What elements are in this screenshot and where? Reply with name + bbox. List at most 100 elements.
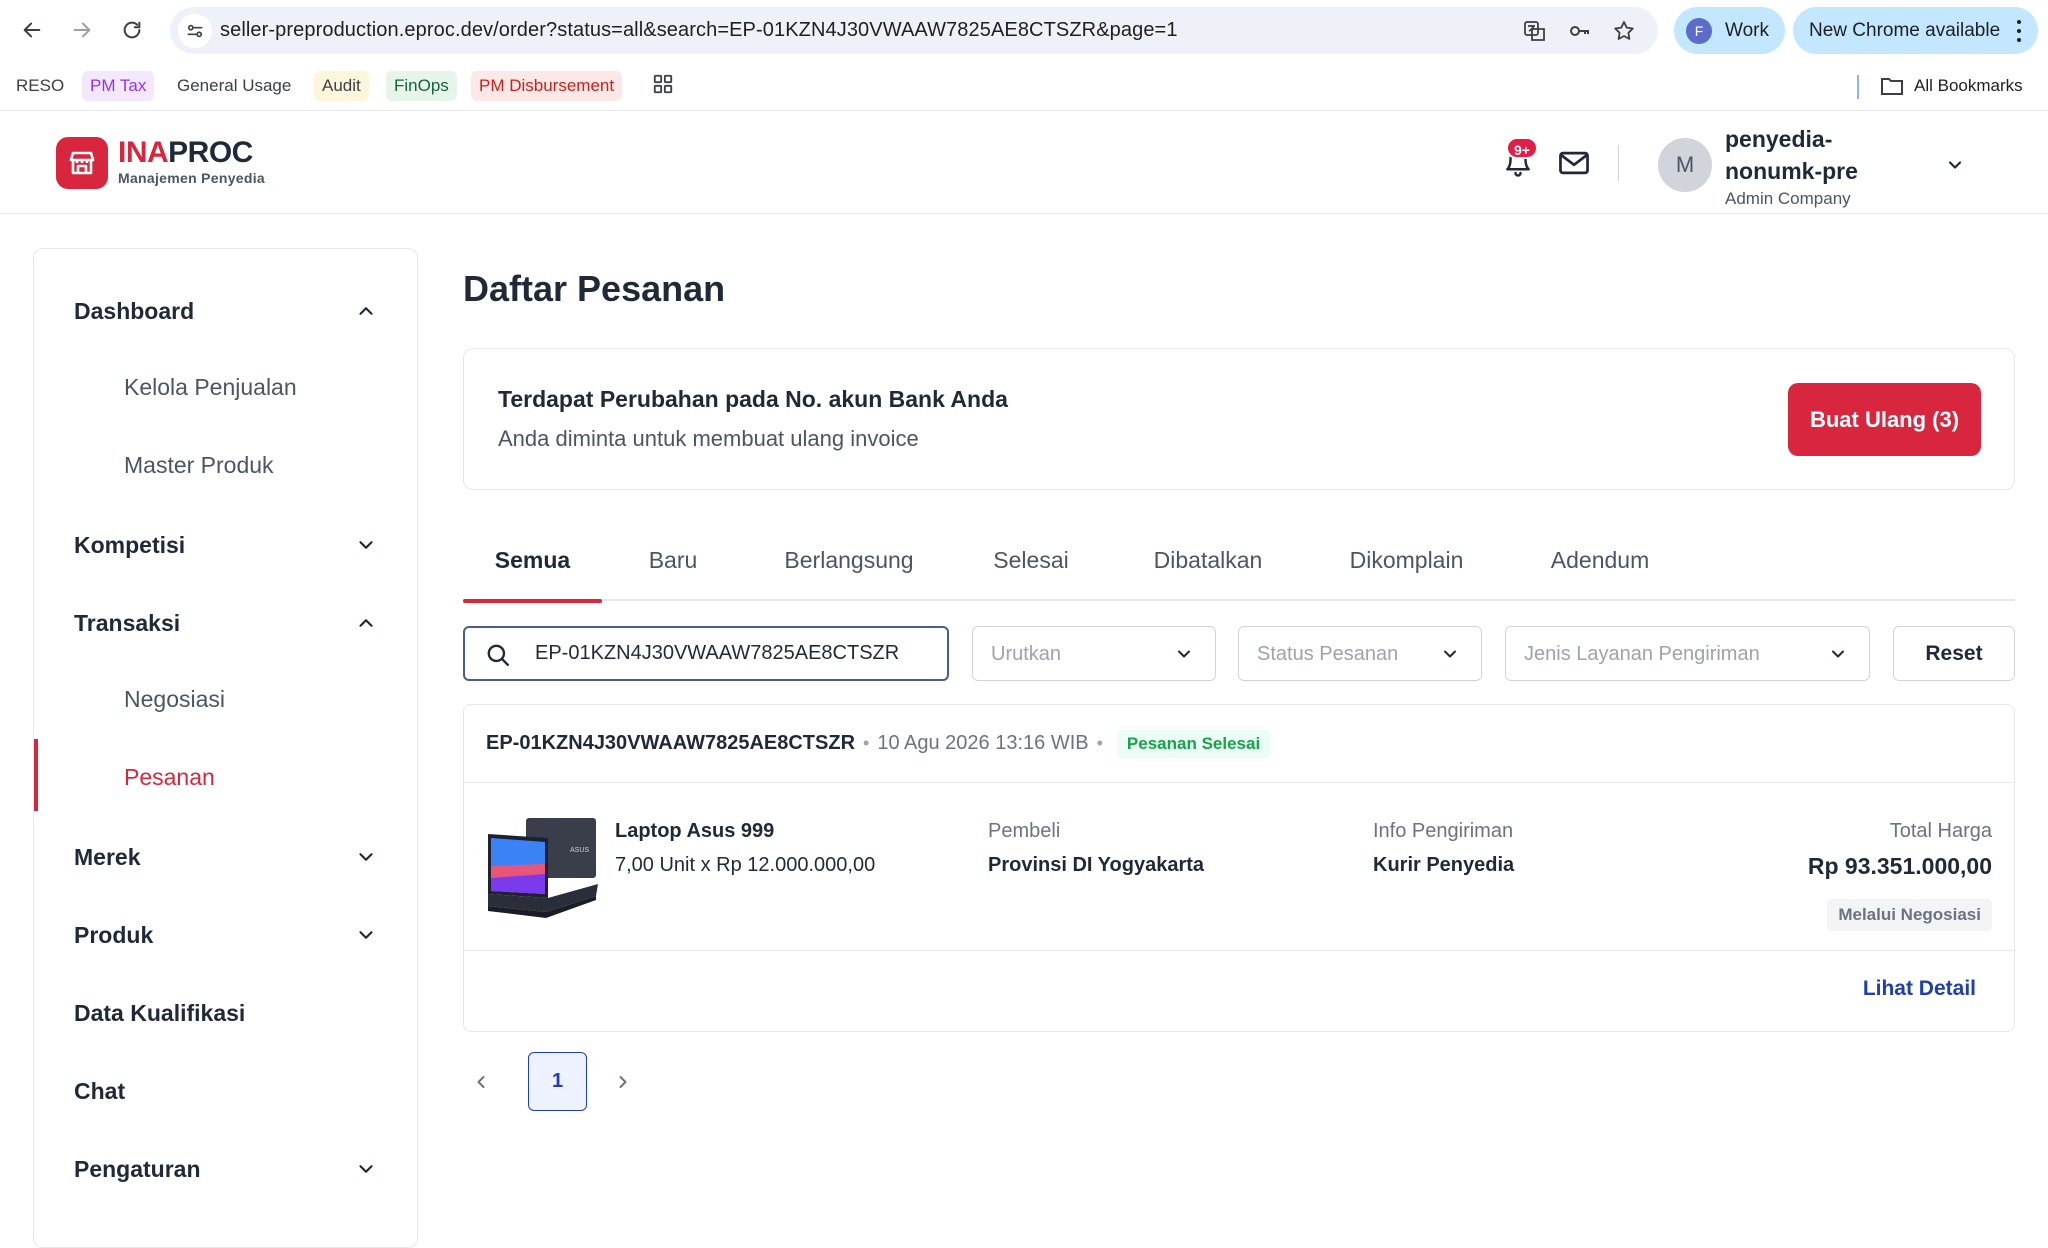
page-title: Daftar Pesanan [463,268,726,309]
profile-label: Work [1725,20,1769,41]
logo[interactable]: INAPROC Manajemen Penyedia [118,137,265,187]
tab-semua[interactable]: Semua [463,530,602,603]
buyer-value: Provinsi DI Yogyakarta [988,854,1205,876]
sidebar-item-merek[interactable]: Merek [34,827,417,887]
folder-icon [1881,78,1903,95]
sidebar-item-pesanan[interactable]: Pesanan [34,739,417,811]
sort-select[interactable]: Urutkan [972,626,1216,681]
shipping-info-value: Kurir Penyedia [1373,854,1515,876]
alert-title: Terdapat Perubahan pada No. akun Bank An… [498,386,1008,412]
order-card-header: EP-01KZN4J30VWAAW7825AE8CTSZR • 10 Agu 2… [464,705,2014,783]
sidebar-item-negosiasi[interactable]: Negosiasi [34,669,417,729]
bookmark-finops[interactable]: FinOps [386,71,457,101]
bookmark-audit[interactable]: Audit [314,71,369,101]
total-price-label: Total Harga [1889,820,1992,842]
tab-selesai[interactable]: Selesai [989,530,1073,601]
product-quantity-price: 7,00 Unit x Rp 12.000.000,00 [615,854,876,876]
app-header: INAPROC Manajemen Penyedia 9+ M penyedia… [0,111,2048,214]
profile-avatar: F [1686,18,1712,44]
recreate-invoice-button[interactable]: Buat Ulang (3) [1788,383,1981,456]
user-name[interactable]: penyedia-nonumk-pre [1725,123,1925,187]
mail-icon[interactable] [1556,145,1592,181]
total-price-value: Rp 93.351.000,00 [1807,853,1992,879]
chevron-down-icon [1437,641,1463,667]
tab-baru[interactable]: Baru [633,530,713,601]
sidebar-item-transaksi[interactable]: Transaksi [34,593,417,653]
logo-subtitle: Manajemen Penyedia [118,170,266,186]
sidebar-item-pengaturan[interactable]: Pengaturan [34,1139,417,1199]
shipping-type-select[interactable]: Jenis Layanan Pengiriman [1505,626,1870,681]
bookmark-star-icon[interactable] [1611,18,1637,44]
chrome-update-button[interactable]: New Chrome available [1793,7,2038,54]
chevron-down-icon [352,531,380,559]
translate-icon[interactable] [1522,18,1548,44]
back-button[interactable] [16,14,48,46]
sidebar-item-label: Master Produk [124,451,274,478]
apps-grid-icon[interactable] [644,73,682,103]
status-select[interactable]: Status Pesanan [1238,626,1482,681]
sort-placeholder: Urutkan [991,643,1062,665]
logo-ina: INA [118,136,169,169]
sidebar-item-label: Produk [74,921,154,948]
sidebar-item-label: Kelola Penjualan [124,373,297,400]
sidebar-item-produk[interactable]: Produk [34,905,417,965]
avatar[interactable]: M [1658,138,1712,192]
order-date: 10 Agu 2026 13:16 WIB [877,732,1089,754]
order-search[interactable] [463,626,949,681]
reload-icon [123,21,141,39]
sidebar-item-label: Merek [74,843,141,870]
sidebar-item-chat[interactable]: Chat [34,1061,417,1121]
sidebar-item-kompetisi[interactable]: Kompetisi [34,515,417,575]
shipping-placeholder: Jenis Layanan Pengiriman [1524,643,1760,665]
order-id: EP-01KZN4J30VWAAW7825AE8CTSZR [486,732,856,754]
bookmarks-divider [1857,75,1859,99]
order-card: EP-01KZN4J30VWAAW7825AE8CTSZR • 10 Agu 2… [463,704,2015,1032]
tab-dibatalkan[interactable]: Dibatalkan [1148,530,1268,601]
chevron-down-icon [352,921,380,949]
all-bookmarks-label: All Bookmarks [1914,76,2023,95]
product-image: ASUS [486,816,598,928]
all-bookmarks-button[interactable]: All Bookmarks [1880,71,2023,101]
chevron-up-icon [352,297,380,325]
chevron-down-icon [1825,641,1851,667]
view-detail-link[interactable]: Lihat Detail [1863,977,1976,1001]
search-input[interactable] [535,628,935,679]
sidebar-item-label: Negosiasi [124,685,225,712]
sidebar-item-label: Dashboard [74,297,195,324]
store-logo-icon[interactable] [56,137,108,189]
order-status-tabs: Semua Baru Berlangsung Selesai Dibatalka… [463,530,2015,603]
site-settings-icon[interactable] [178,14,212,48]
chevron-left-icon[interactable] [467,1068,495,1096]
bookmark-reso[interactable]: RESO [8,71,73,101]
negotiation-badge: Melalui Negosiasi [1827,899,1992,931]
chevron-right-icon[interactable] [609,1068,637,1096]
url-text[interactable]: seller-preproduction.eproc.dev/order?sta… [220,7,1178,54]
forward-button[interactable] [66,14,98,46]
profile-button[interactable]: F Work [1674,7,1785,54]
chevron-down-icon [352,1155,380,1183]
sidebar-item-label: Transaksi [74,609,181,636]
sidebar-item-data-kualifikasi[interactable]: Data Kualifikasi [34,983,417,1043]
page-number-button[interactable]: 1 [528,1052,587,1111]
address-bar[interactable]: seller-preproduction.eproc.dev/order?sta… [170,7,1658,54]
kebab-menu-icon [2016,20,2022,42]
header-divider [1618,145,1619,181]
tab-dikomplain[interactable]: Dikomplain [1344,530,1469,601]
reset-button[interactable]: Reset [1893,626,2015,681]
sidebar-item-kelola-penjualan[interactable]: Kelola Penjualan [34,357,417,417]
bookmark-pm-disbursement[interactable]: PM Disbursement [471,71,623,101]
bookmark-pm-tax[interactable]: PM Tax [82,71,155,101]
shipping-info-label: Info Pengiriman [1373,820,1514,842]
sidebar-item-dashboard[interactable]: Dashboard [34,281,417,341]
reload-button[interactable] [116,14,148,46]
password-key-icon[interactable] [1567,18,1593,44]
separator-dot: • [863,733,870,753]
chevron-down-icon[interactable] [1941,151,1969,179]
tab-berlangsung[interactable]: Berlangsung [779,530,919,601]
sidebar-item-master-produk[interactable]: Master Produk [34,435,417,495]
sidebar-item-label: Data Kualifikasi [74,999,246,1026]
search-icon [485,642,511,668]
bookmark-general-usage[interactable]: General Usage [169,71,300,101]
browser-toolbar: seller-preproduction.eproc.dev/order?sta… [0,0,2048,61]
tab-adendum[interactable]: Adendum [1545,530,1655,601]
